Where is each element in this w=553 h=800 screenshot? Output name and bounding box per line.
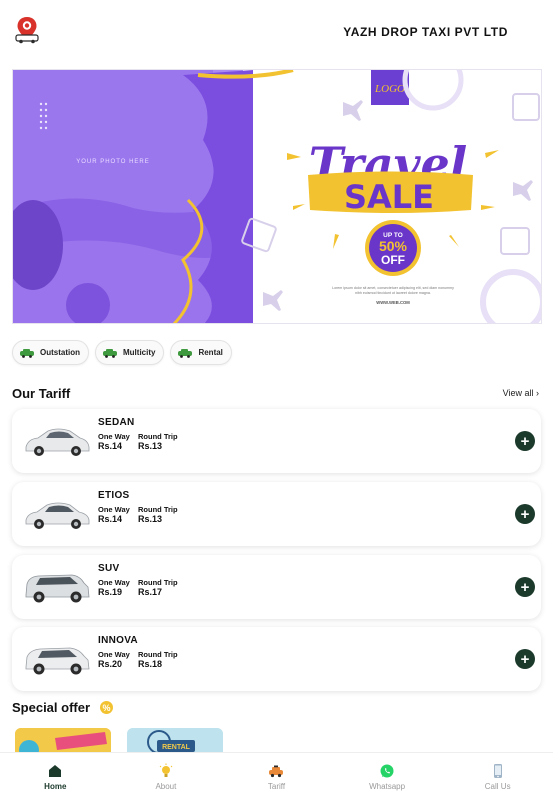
tariff-card-sedan[interactable]: SEDAN One Way Round Trip Rs.14 Rs.13 + — [12, 409, 541, 473]
lightbulb-icon — [159, 763, 173, 777]
taxi-icon — [269, 765, 284, 777]
chip-rental[interactable]: Rental — [170, 340, 232, 365]
suitcase-icon — [500, 227, 530, 255]
tariff-section-title: Our Tariff — [12, 386, 71, 401]
add-button[interactable]: + — [515, 431, 535, 451]
nav-call-us[interactable]: Call Us — [442, 753, 553, 800]
chevron-right-icon: › — [536, 388, 539, 398]
one-way-price: Rs.19 — [98, 587, 123, 597]
bottom-nav: Home About Tariff Whatsapp Call Us — [0, 752, 553, 800]
app-header: YAZH DROP TAXI PVT LTD — [0, 0, 553, 62]
nav-label: Home — [44, 781, 67, 791]
view-all-label: View all — [502, 388, 534, 398]
one-way-price: Rs.14 — [98, 514, 123, 524]
airplane-icon — [343, 100, 363, 121]
chip-label: Multicity — [123, 348, 156, 357]
banner-subheadline: SALE — [344, 178, 434, 216]
view-all-link[interactable]: View all › — [503, 388, 539, 398]
one-way-label: One Way — [98, 432, 130, 441]
one-way-label: One Way — [98, 505, 130, 514]
plus-icon: + — [520, 578, 530, 596]
sedan-car-image — [25, 428, 90, 456]
discount-bottom-text: OFF — [381, 253, 405, 267]
photo-placeholder-text: YOUR PHOTO HERE — [76, 159, 150, 165]
plus-icon: + — [520, 432, 530, 450]
chip-outstation[interactable]: Outstation — [12, 340, 89, 365]
company-name: YAZH DROP TAXI PVT LTD — [343, 25, 508, 39]
promo-banner[interactable]: YOUR PHOTO HERE LOGO Travel SALE UP TO 5… — [12, 69, 542, 324]
nav-about[interactable]: About — [111, 753, 222, 800]
nav-label: About — [155, 781, 177, 791]
add-button[interactable]: + — [515, 577, 535, 597]
nav-label: Tariff — [267, 781, 286, 791]
nav-label: Call Us — [484, 781, 511, 791]
banner-logo-text: LOGO — [374, 83, 405, 95]
round-trip-price: Rs.18 — [138, 659, 163, 669]
airplane-icon — [263, 290, 283, 311]
plus-icon: + — [520, 505, 530, 523]
round-trip-label: Round Trip — [138, 432, 178, 441]
suv-car-image — [25, 574, 90, 603]
chip-label: Rental — [198, 348, 223, 357]
round-trip-price: Rs.13 — [138, 441, 163, 451]
discount-value-text: 50% — [379, 238, 408, 254]
taxi-icon — [103, 348, 117, 358]
etios-car-image — [25, 502, 90, 529]
airplane-icon — [513, 180, 533, 201]
innova-car-image — [25, 647, 90, 675]
nav-tariff[interactable]: Tariff — [221, 753, 332, 800]
banner-body-text: Lorem ipsum dolor sit amet, consectetuer… — [332, 286, 454, 290]
one-way-price: Rs.14 — [98, 441, 123, 451]
car-name: SUV — [98, 563, 120, 574]
one-way-label: One Way — [98, 578, 130, 587]
car-name: SEDAN — [98, 417, 135, 428]
add-button[interactable]: + — [515, 649, 535, 669]
phone-icon — [493, 763, 502, 778]
add-button[interactable]: + — [515, 504, 535, 524]
nav-home[interactable]: Home — [0, 753, 111, 800]
taxi-icon — [20, 348, 34, 358]
tariff-card-etios[interactable]: ETIOS One Way Round Trip Rs.14 Rs.13 + — [12, 482, 541, 546]
whatsapp-icon — [380, 764, 394, 777]
nav-label: Whatsapp — [369, 781, 406, 791]
home-icon — [49, 764, 62, 777]
one-way-price: Rs.20 — [98, 659, 123, 669]
location-pin-car-logo[interactable] — [14, 16, 40, 44]
plus-icon: + — [520, 650, 530, 668]
service-chips: Outstation Multicity Rental — [12, 340, 232, 365]
tariff-card-innova[interactable]: INNOVA One Way Round Trip Rs.20 Rs.18 + — [12, 627, 541, 691]
special-offer-title: Special offer — [12, 700, 91, 715]
nav-whatsapp[interactable]: Whatsapp — [332, 753, 443, 800]
chip-label: Outstation — [40, 348, 80, 357]
car-name: ETIOS — [98, 490, 130, 501]
banner-body-text: nibh euismod tincidunt ut laoreet dolore… — [355, 291, 431, 295]
banner-website: WWW.WEB.COM — [376, 300, 410, 305]
round-trip-label: Round Trip — [138, 505, 178, 514]
discount-badge-icon: % — [100, 701, 113, 714]
round-trip-label: Round Trip — [138, 650, 178, 659]
round-trip-price: Rs.17 — [138, 587, 163, 597]
taxi-icon — [178, 348, 193, 358]
suitcase-icon — [512, 93, 540, 121]
car-name: INNOVA — [98, 635, 138, 646]
one-way-label: One Way — [98, 650, 130, 659]
round-trip-price: Rs.13 — [138, 514, 163, 524]
round-trip-label: Round Trip — [138, 578, 178, 587]
tariff-card-suv[interactable]: SUV One Way Round Trip Rs.19 Rs.17 + — [12, 555, 541, 619]
chip-multicity[interactable]: Multicity — [95, 340, 165, 365]
offer-card-label: RENTAL — [162, 744, 191, 751]
